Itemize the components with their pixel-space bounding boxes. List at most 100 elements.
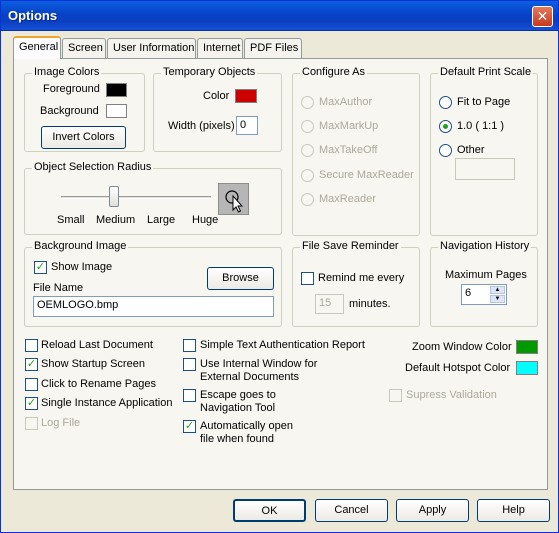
reload-last-document-checkbox[interactable] — [25, 339, 38, 352]
radius-preview — [218, 183, 249, 215]
radio-maxtakeoff[interactable] — [301, 144, 314, 157]
temp-color-swatch[interactable] — [235, 89, 257, 103]
selected-dot — [443, 124, 448, 129]
tab-general[interactable]: General — [13, 36, 61, 59]
maxtakeoff-label: MaxTakeOff — [319, 144, 378, 156]
cancel-button[interactable]: Cancel — [315, 499, 388, 522]
reload-last-document-label: Reload Last Document — [41, 339, 153, 351]
slider-thumb[interactable] — [109, 186, 119, 207]
radio-fit-to-page[interactable] — [439, 96, 452, 109]
radio-maxauthor[interactable] — [301, 96, 314, 109]
help-button[interactable]: Help — [477, 499, 550, 522]
configure-as-group: Configure As MaxAuthor MaxMarkUp MaxTake… — [292, 66, 420, 236]
default-print-scale-group: Default Print Scale Fit to Page 1.0 ( 1:… — [430, 66, 538, 236]
tick-large: Large — [147, 214, 176, 226]
group-title: Temporary Objects — [161, 66, 258, 78]
group-title: Object Selection Radius — [32, 161, 154, 173]
one-to-one-label: 1.0 ( 1:1 ) — [457, 120, 505, 132]
auto-open-label: Automatically open — [200, 420, 293, 432]
foreground-label: Foreground — [43, 83, 100, 95]
click-to-rename-pages-checkbox[interactable] — [25, 378, 38, 391]
max-pages-input[interactable]: 6 ▲ ▼ — [461, 284, 507, 305]
show-startup-screen-label: Show Startup Screen — [41, 358, 145, 370]
width-pixels-input[interactable]: 0 — [236, 116, 258, 135]
log-file-checkbox[interactable] — [25, 417, 38, 430]
tick-small: Small — [57, 214, 85, 226]
max-pages-value: 6 — [465, 287, 472, 299]
escape-navigation-checkbox[interactable] — [183, 389, 196, 402]
fit-to-page-label: Fit to Page — [457, 96, 511, 108]
selection-radius-group: Object Selection Radius Small Medium Lar… — [24, 161, 282, 235]
invert-colors-button[interactable]: Invert Colors — [41, 126, 126, 149]
width-pixels-label: Width (pixels) — [168, 120, 235, 132]
secure-maxreader-label: Secure MaxReader — [319, 169, 414, 181]
internal-window-label: Use Internal Window for — [200, 358, 318, 370]
supress-validation-label: Supress Validation — [406, 389, 497, 401]
background-color-swatch[interactable] — [106, 104, 127, 118]
simple-text-auth-checkbox[interactable] — [183, 339, 196, 352]
remind-label: Remind me every — [318, 272, 405, 284]
tab-user-information[interactable]: User Information — [107, 38, 196, 58]
background-image-group: Background Image ✓ Show Image Browse Fil… — [24, 240, 282, 327]
click-to-rename-pages-label: Click to Rename Pages — [41, 378, 156, 390]
tick-medium: Medium — [96, 214, 136, 226]
navigation-history-group: Navigation History Maximum Pages 6 ▲ ▼ — [430, 240, 538, 327]
spin-up-button[interactable]: ▲ — [490, 286, 505, 294]
radio-secure-maxreader[interactable] — [301, 169, 314, 182]
group-title: Image Colors — [32, 66, 102, 78]
temporary-objects-group: Temporary Objects Color Width (pixels) 0 — [153, 66, 282, 152]
auto-open-label-2: file when found — [200, 433, 274, 445]
file-name-label: File Name — [33, 282, 84, 294]
group-title: File Save Reminder — [300, 240, 401, 252]
radio-maxreader[interactable] — [301, 193, 314, 206]
escape-navigation-label-2: Navigation Tool — [200, 402, 276, 414]
radio-maxmarkup[interactable] — [301, 120, 314, 133]
tab-internet[interactable]: Internet — [197, 38, 243, 58]
file-name-input[interactable]: OEMLOGO.bmp — [33, 296, 274, 317]
group-title: Background Image — [32, 240, 129, 252]
internal-window-checkbox[interactable] — [183, 358, 196, 371]
zoom-window-color-label: Zoom Window Color — [412, 341, 512, 353]
minutes-input[interactable]: 15 — [315, 294, 344, 314]
log-file-label: Log File — [41, 417, 81, 429]
file-save-reminder-group: File Save Reminder Remind me every 15 mi… — [292, 240, 420, 327]
internal-window-label-2: External Documents — [200, 371, 300, 383]
group-title: Navigation History — [438, 240, 532, 252]
single-instance-checkbox[interactable]: ✓ — [25, 397, 38, 410]
slider-track — [61, 196, 211, 199]
general-panel: Image Colors Foreground Background Inver… — [13, 58, 548, 490]
image-colors-group: Image Colors Foreground Background Inver… — [24, 66, 145, 152]
minutes-label: minutes. — [349, 298, 391, 310]
default-hotspot-color-label: Default Hotspot Color — [405, 362, 511, 374]
foreground-color-swatch[interactable] — [106, 83, 127, 97]
tab-pdf-files[interactable]: PDF Files — [244, 38, 302, 58]
window-title: Options — [8, 8, 58, 23]
simple-text-auth-label: Simple Text Authentication Report — [200, 339, 365, 351]
title-bar[interactable]: Options ✕ — [1, 1, 558, 31]
maxmarkup-label: MaxMarkUp — [319, 120, 379, 132]
show-image-checkbox[interactable]: ✓ — [34, 261, 47, 274]
remind-checkbox[interactable] — [301, 272, 314, 285]
background-label: Background — [40, 105, 99, 117]
temp-color-label: Color — [203, 90, 230, 102]
show-startup-screen-checkbox[interactable]: ✓ — [25, 358, 38, 371]
group-title: Default Print Scale — [438, 66, 534, 78]
apply-button[interactable]: Apply — [396, 499, 469, 522]
close-button[interactable]: ✕ — [532, 6, 553, 27]
default-hotspot-color-swatch[interactable] — [516, 361, 538, 375]
other-scale-input[interactable] — [455, 158, 515, 180]
max-pages-label: Maximum Pages — [445, 269, 527, 281]
other-label: Other — [457, 144, 485, 156]
ok-button[interactable]: OK — [233, 499, 306, 522]
cursor-radius-icon — [225, 190, 244, 213]
radio-other[interactable] — [439, 144, 452, 157]
options-dialog: Options ✕ General Screen User Informatio… — [0, 0, 559, 533]
browse-button[interactable]: Browse — [207, 267, 274, 290]
radio-one-to-one[interactable] — [439, 120, 452, 133]
zoom-window-color-swatch[interactable] — [516, 340, 538, 354]
tab-screen[interactable]: Screen — [62, 38, 106, 58]
auto-open-checkbox[interactable]: ✓ — [183, 420, 196, 433]
spin-down-button[interactable]: ▼ — [490, 295, 505, 303]
single-instance-label: Single Instance Application — [41, 397, 173, 409]
supress-validation-checkbox[interactable] — [389, 389, 402, 402]
